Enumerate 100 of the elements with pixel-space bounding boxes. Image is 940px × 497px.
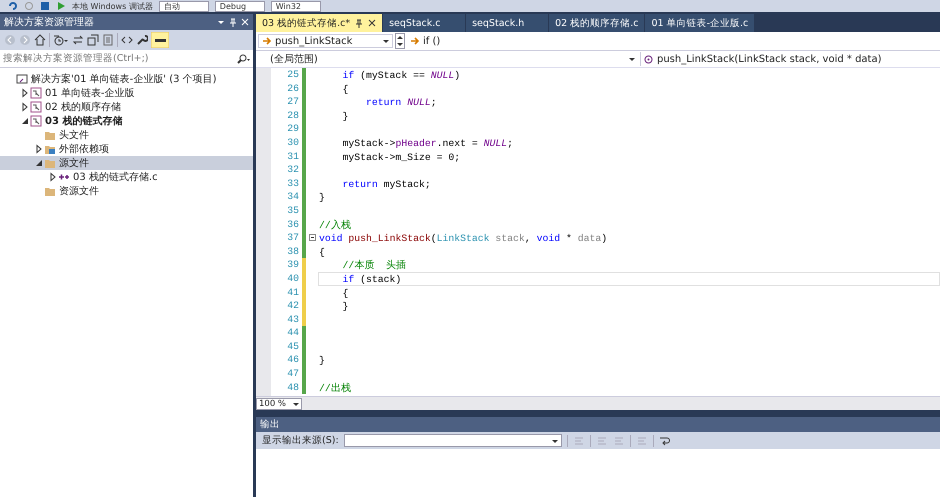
caret-icon	[383, 39, 389, 43]
project-icon	[30, 101, 42, 113]
tree-item[interactable]: 资源文件	[0, 184, 253, 198]
solution-icon	[16, 73, 28, 85]
folder-icon	[44, 157, 56, 169]
undo-icon[interactable]	[8, 1, 18, 11]
line-number: 32	[286, 163, 300, 177]
toolbar-combo[interactable]: Win32	[270, 0, 321, 12]
tree-item[interactable]: 01 单向链表-企业版	[0, 86, 253, 100]
code-line: }	[318, 191, 326, 204]
code-line: myStack->pHeader.next = NULL;	[342, 136, 514, 150]
line-number: 43	[286, 312, 300, 326]
file-tab[interactable]: seqStack.h	[466, 14, 548, 32]
code-line: void push_LinkStack(LinkStack stack, void * data)	[318, 232, 608, 245]
collapsed-arrow-icon[interactable]	[20, 88, 30, 98]
file-tab[interactable]: 02 栈的顺序存储.c	[549, 14, 644, 32]
line-number: 39	[286, 258, 300, 272]
zoom-combo[interactable]: 100 %	[256, 398, 302, 410]
spin-icon[interactable]	[395, 33, 405, 49]
line-number: 38	[286, 244, 300, 258]
toolbar-combo[interactable]: 自动	[158, 0, 209, 12]
line-number: 44	[286, 326, 300, 340]
arrow-icon	[410, 36, 419, 46]
line-number: 46	[286, 353, 300, 368]
dropdown-icon[interactable]	[217, 18, 225, 26]
line-number: 37	[286, 231, 300, 245]
code-line: }	[342, 300, 350, 313]
debugger-button[interactable]: 本地 Windows 调试器	[72, 0, 153, 12]
code-line: //出栈	[318, 382, 352, 394]
tree-item[interactable]: 03 栈的链式存储	[0, 114, 253, 128]
wrench-icon[interactable]	[136, 34, 148, 46]
folder-icon	[44, 129, 56, 141]
code-line: {	[342, 82, 350, 96]
pin-icon[interactable]	[355, 18, 364, 28]
folder-icon	[44, 185, 56, 197]
line-number: 41	[286, 286, 300, 300]
collapse-icon[interactable]	[87, 34, 99, 46]
line-number: 26	[286, 82, 300, 96]
collapsed-arrow-icon[interactable]	[20, 102, 30, 112]
history-icon[interactable]	[53, 34, 69, 46]
panel-title: 解决方案资源管理器	[4, 16, 95, 29]
search-field[interactable]: 搜索解决方案资源管理器(Ctrl+;)	[3, 53, 234, 64]
tree-item[interactable]: 03 栈的链式存储.c	[0, 170, 253, 184]
line-number: 35	[286, 204, 300, 218]
code-line: {	[318, 246, 326, 258]
line-number: 47	[286, 367, 300, 381]
tree-item[interactable]: 外部依赖项	[0, 142, 253, 156]
collapsed-arrow-icon[interactable]	[34, 144, 44, 154]
expanded-arrow-icon[interactable]	[20, 116, 30, 126]
project-icon	[30, 115, 42, 127]
field-label: 显示输出来源(S):	[262, 434, 339, 447]
save-icon[interactable]	[40, 1, 50, 11]
file-tab[interactable]: 01 单向链表-企业版.c	[645, 14, 754, 32]
sync-icon[interactable]	[72, 34, 84, 46]
line-number: 28	[286, 108, 300, 122]
line-number: 30	[286, 136, 300, 150]
tree-item[interactable]: 源文件	[0, 156, 253, 170]
line-number: 48	[286, 380, 300, 394]
caret-icon	[629, 57, 635, 61]
code-line: return myStack;	[342, 178, 432, 190]
arrow-icon	[262, 36, 271, 46]
caret-icon	[293, 402, 299, 406]
close-icon[interactable]	[368, 19, 376, 27]
code-line: if (myStack == NULL)	[342, 69, 462, 82]
tree-item[interactable]: 02 栈的顺序存储	[0, 100, 253, 114]
code-line: }	[318, 354, 326, 368]
panel-title: 输出	[260, 418, 280, 431]
toolbar-combo[interactable]: Debug	[214, 0, 265, 12]
word-wrap-icon[interactable]	[658, 434, 671, 446]
output-source-combo[interactable]	[344, 434, 562, 447]
expanded-arrow-icon[interactable]	[34, 158, 44, 168]
code-line: {	[342, 286, 350, 300]
member-combo[interactable]: push_LinkStack	[258, 34, 393, 48]
line-number: 33	[286, 176, 300, 190]
line-number: 34	[286, 190, 300, 204]
home-icon[interactable]	[34, 34, 46, 46]
search-icon[interactable]	[236, 54, 250, 64]
show-files-icon[interactable]	[102, 34, 114, 46]
code-line: //入栈	[318, 218, 352, 232]
collapsed-arrow-icon[interactable]	[48, 172, 58, 182]
code-line: myStack->m_Size = 0;	[342, 150, 462, 164]
function-icon	[644, 54, 653, 64]
code-line: return NULL;	[365, 96, 438, 109]
code-icon[interactable]	[121, 34, 133, 46]
line-number: 45	[286, 340, 300, 354]
code-line: //本质 头插	[342, 258, 408, 272]
project-icon	[30, 87, 42, 99]
caret-icon	[552, 438, 558, 442]
preview-icon[interactable]	[151, 32, 169, 48]
collapse-icon[interactable]	[308, 234, 316, 242]
file-tab[interactable]: seqStack.c	[383, 14, 466, 32]
line-number: 42	[286, 299, 300, 313]
code-line: }	[342, 110, 350, 122]
line-number: 25	[286, 68, 300, 82]
line-number: 27	[286, 95, 300, 109]
line-number: 29	[286, 122, 300, 136]
line-number: 31	[286, 150, 300, 164]
file-tab[interactable]: 03 栈的链式存储.c*	[256, 14, 382, 32]
tree-item[interactable]: 解决方案'01 单向链表-企业版' (3 个项目)	[0, 72, 253, 86]
tree-item[interactable]: 头文件	[0, 128, 253, 142]
